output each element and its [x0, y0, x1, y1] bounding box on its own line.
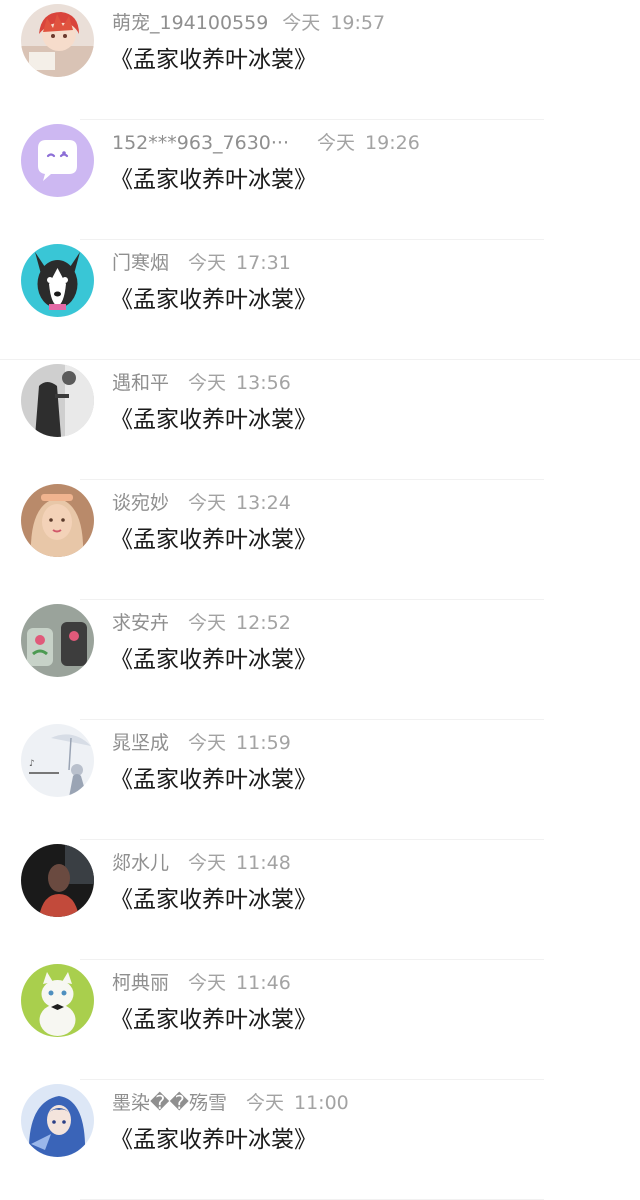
comment-item[interactable]: 柯典丽 今天 11:46 《孟家收养叶冰裳》: [0, 960, 640, 1080]
comment-item[interactable]: 萌宠_194100559 今天 19:57 《孟家收养叶冰裳》: [0, 0, 640, 120]
avatar[interactable]: [21, 124, 94, 197]
user-name[interactable]: 152***963_7630···: [112, 132, 289, 154]
comment-time: 今天 11:48: [188, 852, 291, 874]
avatar[interactable]: [21, 4, 94, 77]
avatar[interactable]: [21, 604, 94, 677]
dark-figure-avatar-icon: [21, 364, 94, 437]
husky-dog-avatar-icon: [21, 244, 94, 317]
comment-text: 《孟家收养叶冰裳》: [110, 1007, 317, 1033]
dark-portrait-avatar-icon: [21, 844, 94, 917]
comment-text: 《孟家收养叶冰裳》: [110, 407, 317, 433]
comment-text: 《孟家收养叶冰裳》: [110, 767, 317, 793]
comment-text: 《孟家收养叶冰裳》: [110, 647, 317, 673]
avatar[interactable]: [21, 244, 94, 317]
user-name[interactable]: 谈宛妙: [112, 492, 169, 514]
comment-text: 《孟家收养叶冰裳》: [110, 287, 317, 313]
comment-text: 《孟家收养叶冰裳》: [110, 527, 317, 553]
comment-item[interactable]: 墨染��殇雪 今天 11:00 《孟家收养叶冰裳》: [0, 1080, 640, 1200]
comment-header: 柯典丽 今天 11:46: [112, 971, 291, 995]
comment-time: 今天 11:59: [188, 732, 291, 754]
comment-text: 《孟家收养叶冰裳》: [110, 167, 317, 193]
comment-header: 门寒烟 今天 17:31: [112, 251, 291, 275]
flower-pots-avatar-icon: [21, 604, 94, 677]
girl-portrait-avatar-icon: [21, 484, 94, 557]
comment-time: 今天 12:52: [188, 612, 291, 634]
umbrella-girl-avatar-icon: ♪: [21, 724, 94, 797]
white-kitten-avatar-icon: [21, 964, 94, 1037]
user-name[interactable]: 墨染��殇雪: [112, 1092, 227, 1114]
avatar[interactable]: [21, 484, 94, 557]
comment-item[interactable]: 遇和平 今天 13:56 《孟家收养叶冰裳》: [0, 360, 640, 480]
comment-header: 晁坚成 今天 11:59: [112, 731, 291, 755]
avatar[interactable]: ♪: [21, 724, 94, 797]
avatar[interactable]: [21, 964, 94, 1037]
comment-header: 求安卉 今天 12:52: [112, 611, 291, 635]
comment-time: 今天 13:24: [188, 492, 291, 514]
comment-text: 《孟家收养叶冰裳》: [110, 1127, 317, 1153]
avatar[interactable]: [21, 364, 94, 437]
comment-time: 今天 17:31: [188, 252, 291, 274]
user-name[interactable]: 求安卉: [112, 612, 169, 634]
user-name[interactable]: 萌宠_194100559: [112, 12, 268, 34]
comment-item[interactable]: 152***963_7630··· 今天 19:26 《孟家收养叶冰裳》: [0, 120, 640, 240]
comment-time: 今天 19:57: [282, 12, 386, 34]
comment-header: 遇和平 今天 13:56: [112, 371, 291, 395]
comment-header: 墨染��殇雪 今天 11:00: [112, 1091, 349, 1115]
comment-item[interactable]: 谈宛妙 今天 13:24 《孟家收养叶冰裳》: [0, 480, 640, 600]
user-name[interactable]: 遇和平: [112, 372, 169, 394]
comment-header: 郯水儿 今天 11:48: [112, 851, 291, 875]
svg-text:♪: ♪: [29, 759, 35, 769]
comment-header: 谈宛妙 今天 13:24: [112, 491, 291, 515]
avatar[interactable]: [21, 844, 94, 917]
chat-bubble-avatar-icon: [21, 124, 94, 197]
comment-item[interactable]: 门寒烟 今天 17:31 《孟家收养叶冰裳》: [0, 240, 640, 360]
anime-blue-hair-avatar-icon: [21, 1084, 94, 1157]
comment-item[interactable]: 求安卉 今天 12:52 《孟家收养叶冰裳》: [0, 600, 640, 720]
comment-text: 《孟家收养叶冰裳》: [110, 887, 317, 913]
user-name[interactable]: 郯水儿: [112, 852, 169, 874]
comment-time: 今天 13:56: [188, 372, 291, 394]
user-name[interactable]: 晁坚成: [112, 732, 169, 754]
comment-text: 《孟家收养叶冰裳》: [110, 47, 317, 73]
comment-list: 萌宠_194100559 今天 19:57 《孟家收养叶冰裳》 152***963_…: [0, 0, 640, 1200]
comment-header: 萌宠_194100559 今天 19:57: [112, 11, 385, 35]
comment-item[interactable]: 郯水儿 今天 11:48 《孟家收养叶冰裳》: [0, 840, 640, 960]
avatar[interactable]: [21, 1084, 94, 1157]
user-name[interactable]: 门寒烟: [112, 252, 169, 274]
comment-item[interactable]: ♪ 晁坚成 今天 11:59 《孟家收养叶冰裳》: [0, 720, 640, 840]
comment-time: 今天 19:26: [317, 132, 420, 154]
anime-boy-avatar-icon: [21, 4, 94, 77]
comment-header: 152***963_7630··· 今天 19:26: [112, 131, 420, 155]
user-name[interactable]: 柯典丽: [112, 972, 169, 994]
comment-time: 今天 11:00: [245, 1092, 349, 1114]
comment-time: 今天 11:46: [188, 972, 291, 994]
